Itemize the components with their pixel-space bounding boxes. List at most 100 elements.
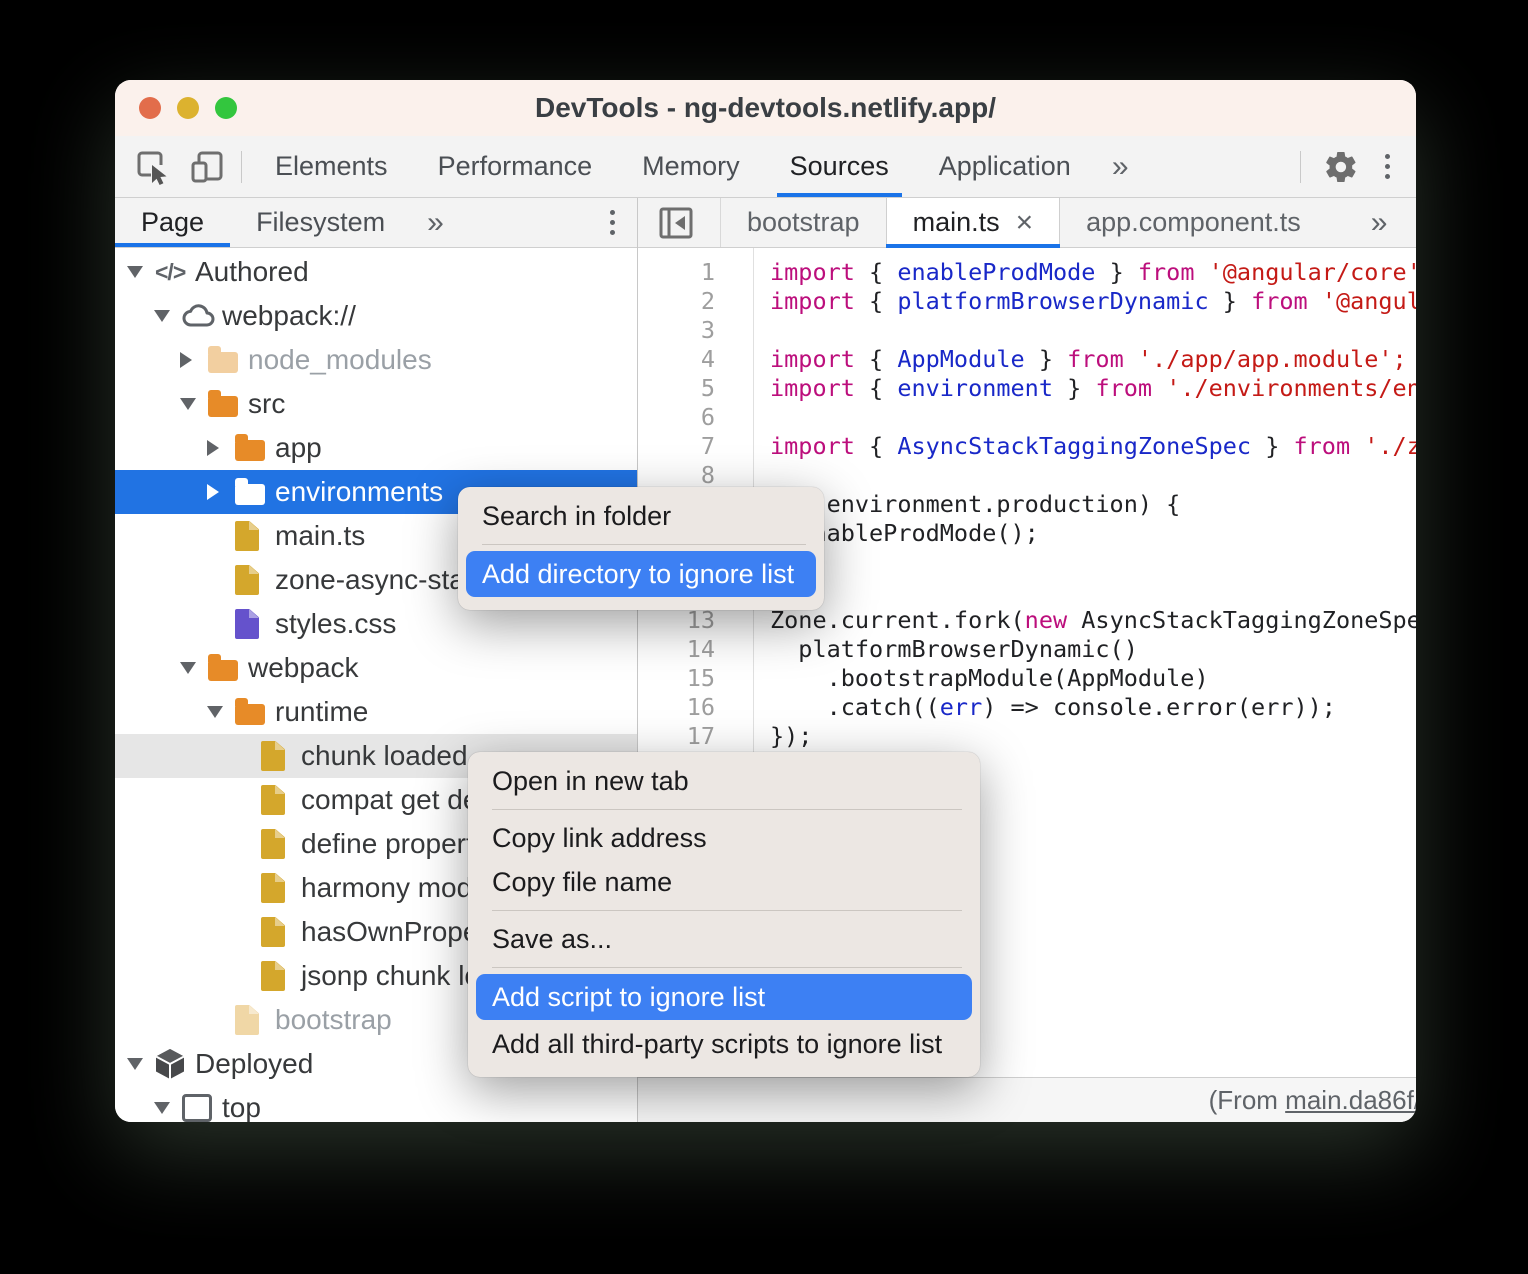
window-title: DevTools - ng-devtools.netlify.app/ [535,92,996,124]
tree-item-runtime[interactable]: runtime [115,690,637,734]
tree-item-webpack[interactable]: webpack [115,646,637,690]
disclosure-arrow[interactable] [207,706,235,718]
code-line: .catch((err) => console.error(err)); [770,693,1416,722]
expanded-arrow-icon[interactable] [207,706,223,718]
line-number[interactable]: 14 [638,635,715,664]
expanded-arrow-icon[interactable] [154,310,170,322]
line-number[interactable]: 8 [638,461,715,490]
line-number[interactable]: 17 [638,722,715,751]
more-editor-tabs-chevron[interactable]: » [1355,198,1404,247]
code-line: } [770,548,1416,577]
disclosure-arrow[interactable] [127,266,155,278]
editor-tab-label: main.ts [913,207,1000,238]
tree-item-authored[interactable]: </>Authored [115,250,637,294]
disclosure-arrow[interactable] [127,1058,155,1070]
toggle-sidebar-icon[interactable] [638,198,721,247]
tab-performance[interactable]: Performance [413,136,618,197]
sidebar-tab-page[interactable]: Page [115,198,230,247]
editor-tab-bootstrap[interactable]: bootstrap [721,198,886,247]
disclosure-arrow[interactable] [180,398,208,410]
tab-application[interactable]: Application [914,136,1096,197]
tab-sources[interactable]: Sources [765,136,914,197]
tab-memory[interactable]: Memory [617,136,765,197]
file-icon [235,565,259,595]
menu-item-add-directory-to-ignore-list[interactable]: Add directory to ignore list [466,551,816,597]
sidebar-tab-bar: PageFilesystem » [115,198,637,248]
tree-item-webpack[interactable]: webpack:// [115,294,637,338]
menu-item-add-all-third-party-scripts-to-ignore-list[interactable]: Add all third-party scripts to ignore li… [468,1022,980,1066]
disclosure-arrow[interactable] [180,662,208,674]
code-line: import { AppModule } from './app/app.mod… [770,345,1416,374]
minimize-window-button[interactable] [177,97,199,119]
line-number[interactable]: 6 [638,403,715,432]
tree-item-label: src [246,388,285,420]
tab-elements[interactable]: Elements [250,136,413,197]
file-icon [235,521,259,551]
tree-item-src[interactable]: src [115,382,637,426]
collapsed-arrow-icon[interactable] [207,484,219,500]
line-number[interactable]: 5 [638,374,715,403]
file-icon [261,785,285,815]
file-icon [261,829,285,859]
expanded-arrow-icon[interactable] [180,398,196,410]
disclosure-arrow[interactable] [207,484,235,500]
inspect-element-icon[interactable] [133,147,173,187]
menu-item-open-in-new-tab[interactable]: Open in new tab [468,759,980,803]
traffic-lights [139,97,237,119]
sidebar-menu-kebab-icon[interactable] [606,206,619,239]
editor-tab-app-component-ts[interactable]: app.component.ts [1060,198,1327,247]
code-line [770,577,1416,606]
tree-item-top[interactable]: top [115,1086,637,1122]
collapsed-arrow-icon[interactable] [207,440,219,456]
title-bar: DevTools - ng-devtools.netlify.app/ [115,80,1416,136]
menu-item-copy-link-address[interactable]: Copy link address [468,816,980,860]
line-number[interactable]: 2 [638,287,715,316]
tree-item-label: webpack [246,652,359,684]
cloud-icon [182,304,216,328]
code-line: if (environment.production) { [770,490,1416,519]
expanded-arrow-icon[interactable] [127,1058,143,1070]
top-frame-icon [182,1094,212,1122]
devtools-menu-kebab-icon[interactable] [1381,150,1394,183]
line-number[interactable]: 3 [638,316,715,345]
disclosure-arrow[interactable] [154,1102,182,1114]
code-line: Zone.current.fork(new AsyncStackTaggingZ… [770,606,1416,635]
disclosure-arrow[interactable] [180,352,208,368]
menu-item-search-in-folder[interactable]: Search in folder [458,494,824,538]
tree-item-label: webpack:// [220,300,356,332]
device-toolbar-icon[interactable] [187,147,227,187]
code-line [770,316,1416,345]
line-number[interactable]: 7 [638,432,715,461]
code-line: import { enableProdMode } from '@angular… [770,258,1416,287]
line-number[interactable]: 1 [638,258,715,287]
settings-gear-icon[interactable] [1323,149,1359,185]
line-number[interactable]: 13 [638,606,715,635]
sidebar-tab-filesystem[interactable]: Filesystem [230,198,411,247]
disclosure-arrow[interactable] [154,310,182,322]
more-sidebar-tabs-chevron[interactable]: » [411,198,460,247]
line-number[interactable]: 15 [638,664,715,693]
menu-item-add-script-to-ignore-list[interactable]: Add script to ignore list [476,974,972,1020]
expanded-arrow-icon[interactable] [127,266,143,278]
close-tab-icon[interactable]: × [1016,208,1034,238]
expanded-arrow-icon[interactable] [154,1102,170,1114]
tree-item-label: top [220,1092,261,1122]
disclosure-arrow[interactable] [207,440,235,456]
editor-tab-main-ts[interactable]: main.ts × [886,198,1061,247]
editor-status-bar: (From main.da86f/b2fe3f1fa3.js) Coverage… [638,1077,1416,1122]
line-number[interactable]: 4 [638,345,715,374]
tree-item-app[interactable]: app [115,426,637,470]
menu-item-copy-file-name[interactable]: Copy file name [468,860,980,904]
zoom-window-button[interactable] [215,97,237,119]
close-window-button[interactable] [139,97,161,119]
more-panels-chevron[interactable]: » [1096,136,1145,197]
folder-icon [235,704,265,725]
tree-item-label: chunk loaded [299,740,468,772]
tree-item-label: app [273,432,322,464]
line-number[interactable]: 16 [638,693,715,722]
tree-item-node-modules[interactable]: node_modules [115,338,637,382]
source-map-link[interactable]: main.da86f/b2fe3f1fa3.js [1285,1085,1416,1115]
collapsed-arrow-icon[interactable] [180,352,192,368]
expanded-arrow-icon[interactable] [180,662,196,674]
menu-item-save-as[interactable]: Save as... [468,917,980,961]
